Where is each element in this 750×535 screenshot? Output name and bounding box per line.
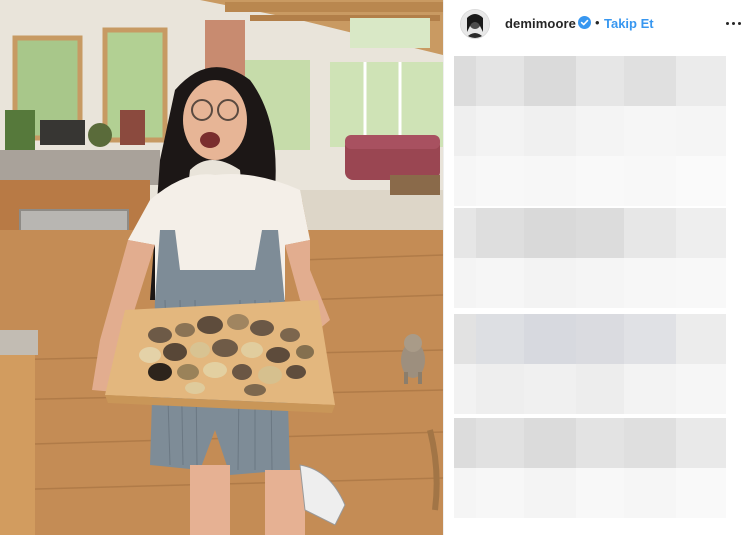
verified-badge-icon [578,16,591,29]
separator-dot: • [595,15,600,30]
profile-avatar[interactable] [460,9,490,39]
more-options-icon[interactable] [726,17,742,29]
obscured-comments [444,48,750,535]
post-side-panel: demimoore • Takip Et [443,0,750,535]
post-photo [0,0,443,535]
post-header: demimoore • Takip Et [444,0,750,48]
follow-button[interactable]: Takip Et [604,16,654,31]
username[interactable]: demimoore [505,16,576,31]
